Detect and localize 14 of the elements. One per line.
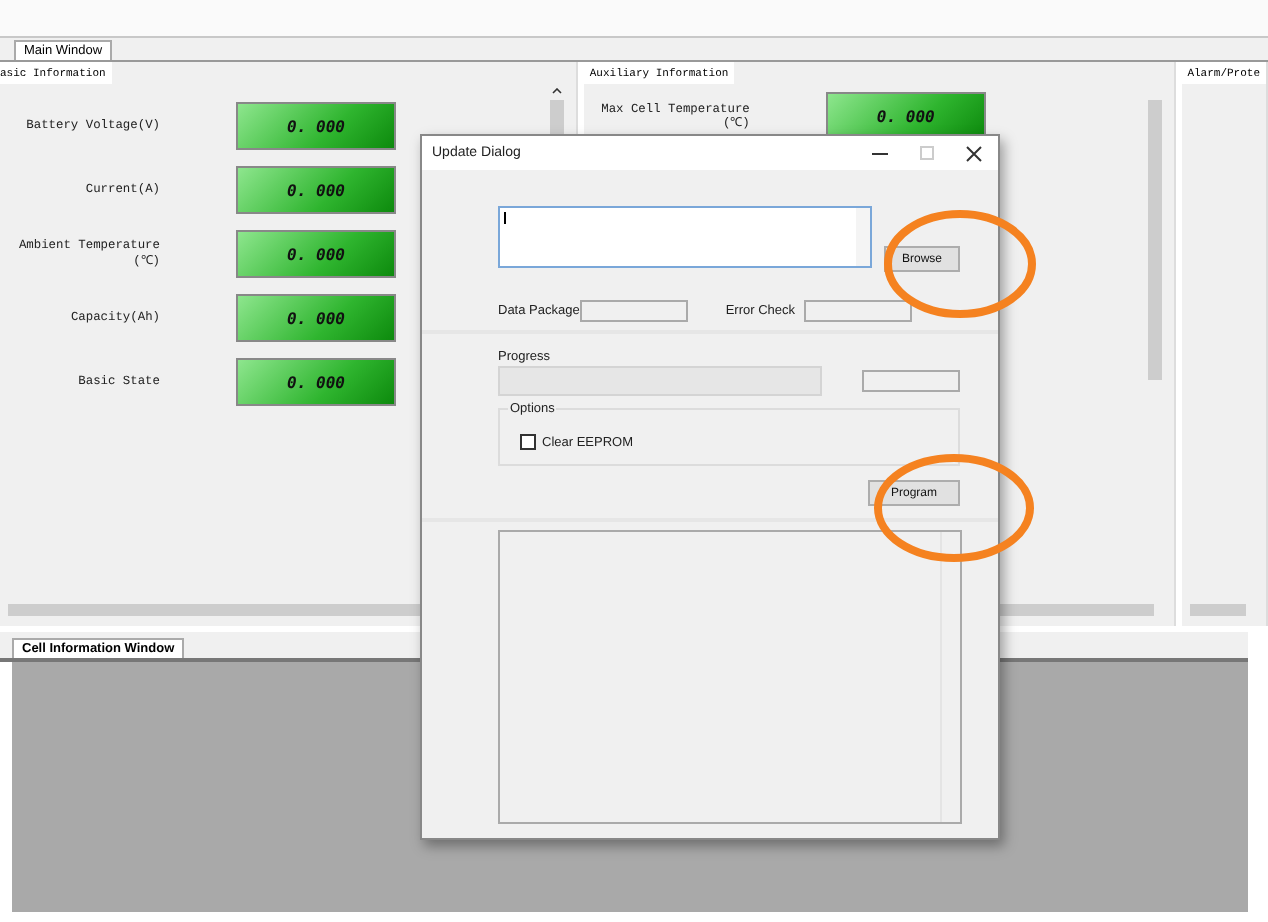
value-display: 0. 000 bbox=[236, 102, 396, 150]
data-package-field[interactable] bbox=[579, 300, 688, 322]
value-display: 0. 000 bbox=[236, 358, 396, 406]
progress-field bbox=[862, 370, 960, 392]
file-path-field[interactable] bbox=[498, 206, 872, 268]
scrollbar-thumb[interactable] bbox=[1147, 100, 1162, 380]
value-display: 0. 000 bbox=[236, 230, 396, 278]
close-icon[interactable] bbox=[966, 145, 982, 161]
error-check-field[interactable] bbox=[803, 300, 912, 322]
value-display: 0. 000 bbox=[236, 294, 396, 342]
horizontal-scrollbar[interactable] bbox=[1189, 604, 1246, 616]
maximize-icon[interactable] bbox=[920, 146, 934, 160]
minimize-icon[interactable] bbox=[872, 151, 888, 155]
value-display: 0. 000 bbox=[236, 166, 396, 214]
